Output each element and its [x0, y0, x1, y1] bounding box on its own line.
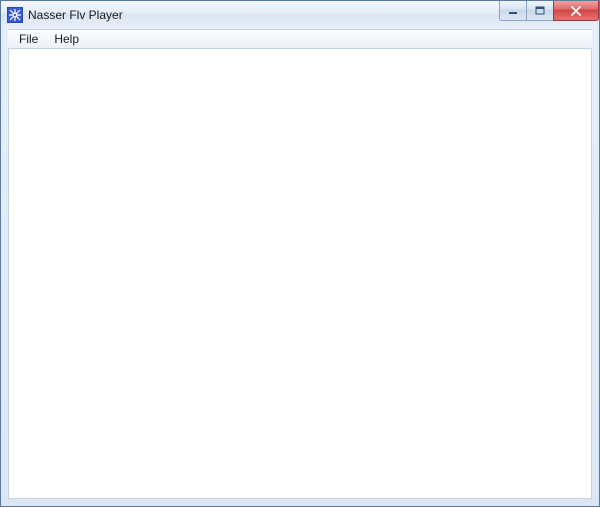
maximize-button[interactable] — [526, 1, 554, 21]
titlebar: Nasser Flv Player — [1, 1, 599, 29]
content-area — [8, 49, 592, 499]
menu-help[interactable]: Help — [46, 30, 87, 48]
window-title: Nasser Flv Player — [28, 1, 123, 29]
window-controls — [500, 1, 599, 21]
menubar: File Help — [8, 29, 592, 49]
menu-file[interactable]: File — [11, 30, 46, 48]
app-icon — [7, 7, 23, 23]
app-window: Nasser Flv Player File Help — [0, 0, 600, 507]
close-button[interactable] — [553, 1, 599, 21]
minimize-button[interactable] — [499, 1, 527, 21]
